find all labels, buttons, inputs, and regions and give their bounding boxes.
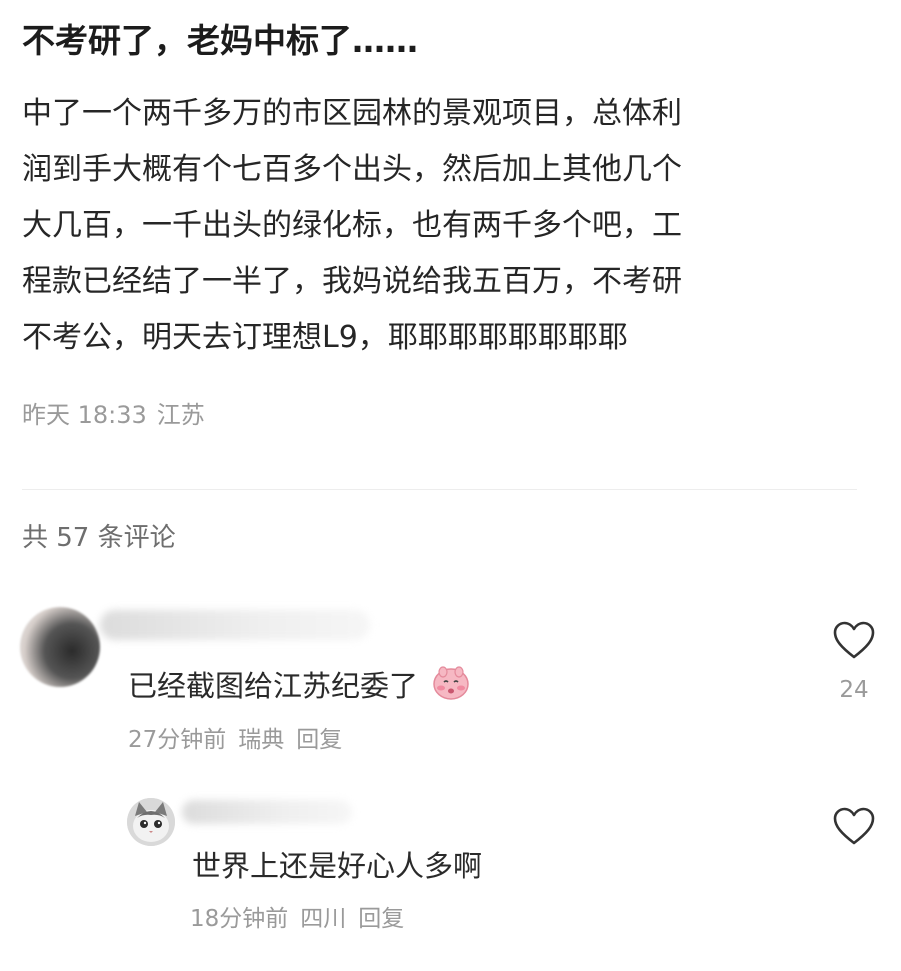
comment-text: 世界上还是好心人多啊 xyxy=(192,849,483,883)
comment-meta: 18分钟前 四川 回复 xyxy=(190,903,404,935)
avatar[interactable] xyxy=(20,607,100,687)
cat-face-icon xyxy=(127,798,175,846)
comment-text-content: 已经截图给江苏纪委了 xyxy=(128,669,419,703)
comment-time: 18分钟前 xyxy=(190,906,289,932)
post-body-line: 程款已经结了一半了，我妈说给我五百万，不考研 xyxy=(22,264,682,299)
post-body-line: 中了一个两千多万的市区园林的景观项目，总体利 xyxy=(22,96,682,131)
post-body: 中了一个两千多万的市区园林的景观项目，总体利 润到手大概有个七百多个出头，然后加… xyxy=(22,86,867,366)
cat-avatar[interactable] xyxy=(127,798,175,846)
reply-button[interactable]: 回复 xyxy=(296,727,342,753)
post-meta: 昨天 18:33 江苏 xyxy=(22,398,205,432)
username-blurred[interactable] xyxy=(100,610,370,640)
heart-outline-icon[interactable] xyxy=(832,620,876,660)
post-location: 江苏 xyxy=(156,401,205,429)
post-body-line: 润到手大概有个七百多个出头，然后加上其他几个 xyxy=(22,152,682,187)
comment-meta: 27分钟前 瑞典 回复 xyxy=(128,724,342,756)
post-body-line: 不考公，明天去订理想L9，耶耶耶耶耶耶耶耶 xyxy=(22,320,628,355)
comment-time: 27分钟前 xyxy=(128,727,227,753)
pink-blushing-face-emoji-icon xyxy=(431,665,471,711)
comment-location: 四川 xyxy=(300,906,347,932)
post-body-line: 大几百，一千出头的绿化标，也有两千多个吧，工 xyxy=(22,208,682,243)
heart-outline-icon[interactable] xyxy=(832,806,876,846)
comment-count: 共 57 条评论 xyxy=(22,523,176,553)
reply-button[interactable]: 回复 xyxy=(358,906,404,932)
username-blurred[interactable] xyxy=(182,800,352,824)
comment-text: 已经截图给江苏纪委了 xyxy=(128,665,471,711)
like-count: 24 xyxy=(839,677,869,703)
post-title: 不考研了，老妈中标了…… xyxy=(22,21,418,60)
section-divider xyxy=(22,489,857,490)
post-time: 昨天 18:33 xyxy=(22,401,147,429)
comment-location: 瑞典 xyxy=(238,727,285,753)
